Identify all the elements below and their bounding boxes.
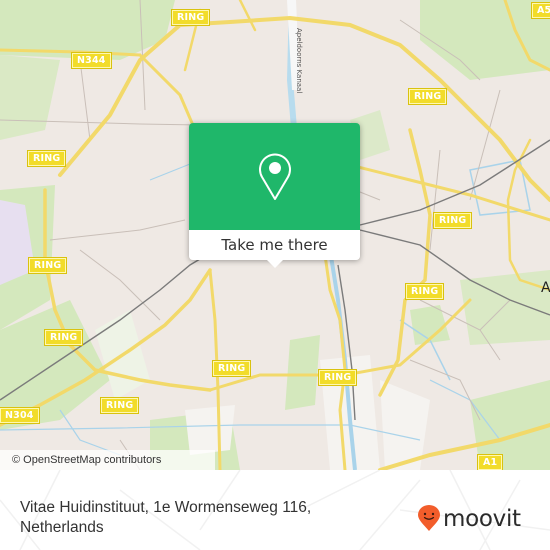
road-shield-a50: A50 [530,2,550,19]
road-shield-n304: N304 [0,407,40,424]
moovit-logo[interactable]: moovit [418,505,521,532]
road-shield-n344: N344 [71,52,112,69]
map-view[interactable]: RING N344 A50 RING RING RING RING RING R… [0,0,550,470]
road-shield-ring: RING [407,88,448,105]
canal-label: Apeldoorns Kanaal [295,28,303,94]
road-shield-ring: RING [99,397,140,414]
moovit-wordmark: moovit [443,505,521,532]
popup-pointer [267,260,283,268]
footer: Vitae Huidinstituut, 1e Wormenseweg 116,… [0,470,550,550]
road-shield-ring: RING [432,212,473,229]
destination-popup[interactable]: Take me there [189,123,360,268]
map-attribution[interactable]: © OpenStreetMap contributors [0,450,215,470]
road-shield-ring: RING [211,360,252,377]
road-shield-ring: RING [27,257,68,274]
road-shield-ring: RING [170,9,211,26]
map-edge-label: A [541,280,550,296]
road-shield-ring: RING [404,283,445,300]
place-address: Vitae Huidinstituut, 1e Wormenseweg 116,… [20,499,312,536]
take-me-there-button[interactable]: Take me there [189,230,360,260]
road-shield-ring: RING [43,329,84,346]
road-shield-a1: A1 [476,454,504,470]
popup-header[interactable] [189,123,360,230]
map-pin-icon [259,153,291,200]
road-shield-ring: RING [26,150,67,167]
road-shield-ring: RING [317,369,358,386]
take-me-there-label: Take me there [221,236,328,254]
moovit-pin-smiley-icon [418,505,440,531]
